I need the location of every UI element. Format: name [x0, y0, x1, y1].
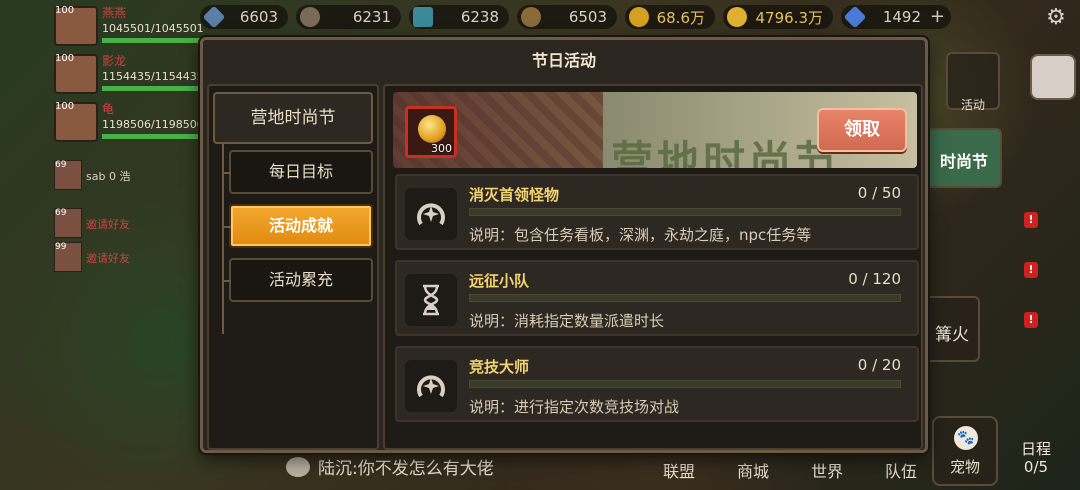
party-small-item[interactable]: 99 邀请好友: [52, 242, 132, 276]
party-member[interactable]: 100 影龙 1154435/1154435: [52, 50, 204, 98]
party-member[interactable]: 100 燕燕 1045501/1045501: [52, 2, 204, 50]
gem-cluster-icon: [413, 7, 433, 27]
resource-3: 6238: [409, 5, 509, 29]
content-panel: 营地时尚节 300 领取 消灭首领怪物 0 / 50 说明：包含任务看板，深渊，…: [383, 84, 923, 450]
wood-icon: [521, 7, 541, 27]
event-button[interactable]: 活动: [946, 52, 1000, 112]
task-name: 竞技大师: [469, 358, 530, 376]
gem-amount[interactable]: 1492 +: [841, 5, 951, 29]
fashion-event-banner[interactable]: 时尚节: [926, 128, 1002, 188]
party-small-item[interactable]: 69 sab 0 浩: [52, 160, 132, 194]
party-list: 100 燕燕 1045501/1045501 100 影龙 1154435/11…: [52, 2, 204, 146]
horseshoe-icon: [405, 360, 457, 412]
hp-bar: [102, 38, 202, 43]
claim-button[interactable]: 领取: [817, 108, 907, 152]
settings-gear-icon[interactable]: ⚙: [1044, 6, 1068, 30]
task-progress-bar: [469, 380, 901, 388]
tab-event-achievements[interactable]: 活动成就: [223, 204, 373, 248]
task-name: 远征小队: [469, 272, 530, 290]
task-row: 消灭首领怪物 0 / 50 说明：包含任务看板，深渊，永劫之庭，npc任务等: [395, 174, 919, 250]
nav-world[interactable]: 世界: [790, 452, 864, 486]
coin-amount: 4796.3万: [723, 5, 833, 29]
nav-team[interactable]: 队伍: [864, 452, 938, 486]
task-progress: 0 / 120: [848, 270, 901, 288]
gold-orb-icon: [418, 115, 446, 143]
nav-alliance[interactable]: 联盟: [642, 452, 716, 486]
task-progress: 0 / 50: [857, 184, 901, 202]
task-description: 说明：进行指定次数竞技场对战: [469, 398, 680, 416]
alert-icon: !: [1024, 312, 1038, 328]
horseshoe-icon: [405, 188, 457, 240]
resource-1: 6603: [200, 5, 288, 29]
paw-icon: 🐾: [954, 426, 978, 450]
gold-amount: 68.6万: [625, 5, 715, 29]
crystal-icon: [202, 5, 226, 29]
banner-title: 营地时尚节: [611, 137, 842, 168]
task-row: 远征小队 0 / 120 说明：消耗指定数量派遣时长: [395, 260, 919, 336]
festival-event-modal: 节日活动 营地时尚节 每日目标 活动成就 活动累充 营地时尚节 300 领取 消…: [200, 37, 928, 453]
pet-button[interactable]: 🐾 宠物: [932, 416, 998, 486]
schedule-button[interactable]: 日程 0/5: [1008, 440, 1064, 476]
reward-item[interactable]: 300: [405, 106, 457, 158]
resource-bar: 6603 6231 6238 6503 68.6万 4796.3万 1492 +: [200, 4, 1000, 30]
task-progress: 0 / 20: [857, 356, 901, 374]
nav-shop[interactable]: 商城: [716, 452, 790, 486]
coin-icon: [727, 7, 747, 27]
task-progress-bar: [469, 294, 901, 302]
alert-icon: !: [1024, 212, 1038, 228]
chat-bubble-icon: [286, 456, 310, 477]
event-banner: 营地时尚节 300 领取: [393, 92, 917, 168]
campfire-button[interactable]: 篝火: [924, 296, 980, 362]
category-fashion-festival[interactable]: 营地时尚节: [213, 92, 373, 144]
tab-daily-goals[interactable]: 每日目标: [223, 150, 373, 194]
bottom-nav: 联盟 商城 世界 队伍: [642, 452, 938, 486]
resource-4: 6503: [517, 5, 617, 29]
task-row: 竞技大师 0 / 20 说明：进行指定次数竞技场对战: [395, 346, 919, 422]
task-description: 说明：包含任务看板，深渊，永劫之庭，npc任务等: [469, 226, 812, 244]
task-name: 消灭首领怪物: [469, 186, 560, 204]
hp-bar: [102, 86, 202, 91]
add-gems-icon[interactable]: +: [930, 6, 945, 27]
party-member[interactable]: 100 龟 1198506/1198506: [52, 98, 204, 146]
hourglass-icon: [405, 274, 457, 326]
chat-line[interactable]: 陆沉:你不发怎么有大佬: [286, 454, 494, 479]
hp-bar: [102, 134, 202, 139]
player-avatar[interactable]: [1030, 54, 1076, 100]
modal-title: 节日活动: [531, 51, 596, 70]
category-panel: 营地时尚节 每日目标 活动成就 活动累充: [207, 84, 379, 450]
diamond-icon: [843, 5, 867, 29]
ore-icon: [300, 7, 320, 27]
reward-quantity: 300: [431, 142, 452, 155]
party-small-item[interactable]: 69 邀请好友: [52, 208, 132, 242]
tab-event-recharge[interactable]: 活动累充: [223, 258, 373, 302]
resource-2: 6231: [296, 5, 401, 29]
task-description: 说明：消耗指定数量派遣时长: [469, 312, 665, 330]
gold-bar-icon: [629, 7, 649, 27]
alert-icon: !: [1024, 262, 1038, 278]
task-progress-bar: [469, 208, 901, 216]
